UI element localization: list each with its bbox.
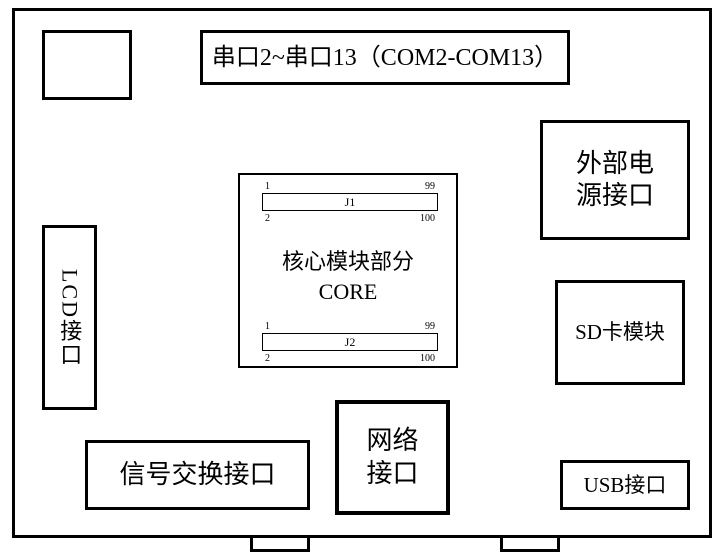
- lcd-label: LCD接口: [56, 269, 84, 367]
- j1-pin-bl: 2: [265, 213, 270, 224]
- diagram-canvas: 串口2~串口13（COM2-COM13） 外部电 源接口 J1 1 99 2 1…: [0, 0, 724, 555]
- lcd-interface-block: LCD接口: [42, 225, 97, 410]
- usb-label: USB接口: [584, 472, 667, 498]
- connector-j1: J1 1 99 2 100: [262, 193, 438, 211]
- j2-pin-br: 100: [420, 353, 435, 364]
- sd-label: SD卡模块: [575, 319, 665, 345]
- core-title: 核心模块部分 CORE: [240, 247, 456, 306]
- external-power-label: 外部电 源接口: [576, 148, 654, 213]
- core-module-block: J1 1 99 2 100 核心模块部分 CORE J2 1 99 2 100: [238, 173, 458, 368]
- j2-pin-tr: 99: [425, 321, 435, 332]
- j1-pin-tl: 1: [265, 181, 270, 192]
- j2-pin-tl: 1: [265, 321, 270, 332]
- usb-interface-block: USB接口: [560, 460, 690, 510]
- connector-j2: J2 1 99 2 100: [262, 333, 438, 351]
- signal-label: 信号交换接口: [119, 459, 275, 492]
- board-tab-right: [500, 538, 560, 552]
- network-interface-block: 网络 接口: [335, 400, 450, 515]
- connector-j1-name: J1: [263, 195, 437, 210]
- sd-card-block: SD卡模块: [555, 280, 685, 385]
- j1-pin-tr: 99: [425, 181, 435, 192]
- j2-pin-bl: 2: [265, 353, 270, 364]
- board-tab-left: [250, 538, 310, 552]
- network-label: 网络 接口: [366, 425, 418, 490]
- connector-j2-name: J2: [263, 335, 437, 350]
- serial-ports-block: 串口2~串口13（COM2-COM13）: [200, 30, 570, 85]
- unlabeled-block: [42, 30, 132, 100]
- external-power-block: 外部电 源接口: [540, 120, 690, 240]
- j1-pin-br: 100: [420, 213, 435, 224]
- signal-exchange-block: 信号交换接口: [85, 440, 310, 510]
- serial-ports-label: 串口2~串口13（COM2-COM13）: [212, 43, 558, 73]
